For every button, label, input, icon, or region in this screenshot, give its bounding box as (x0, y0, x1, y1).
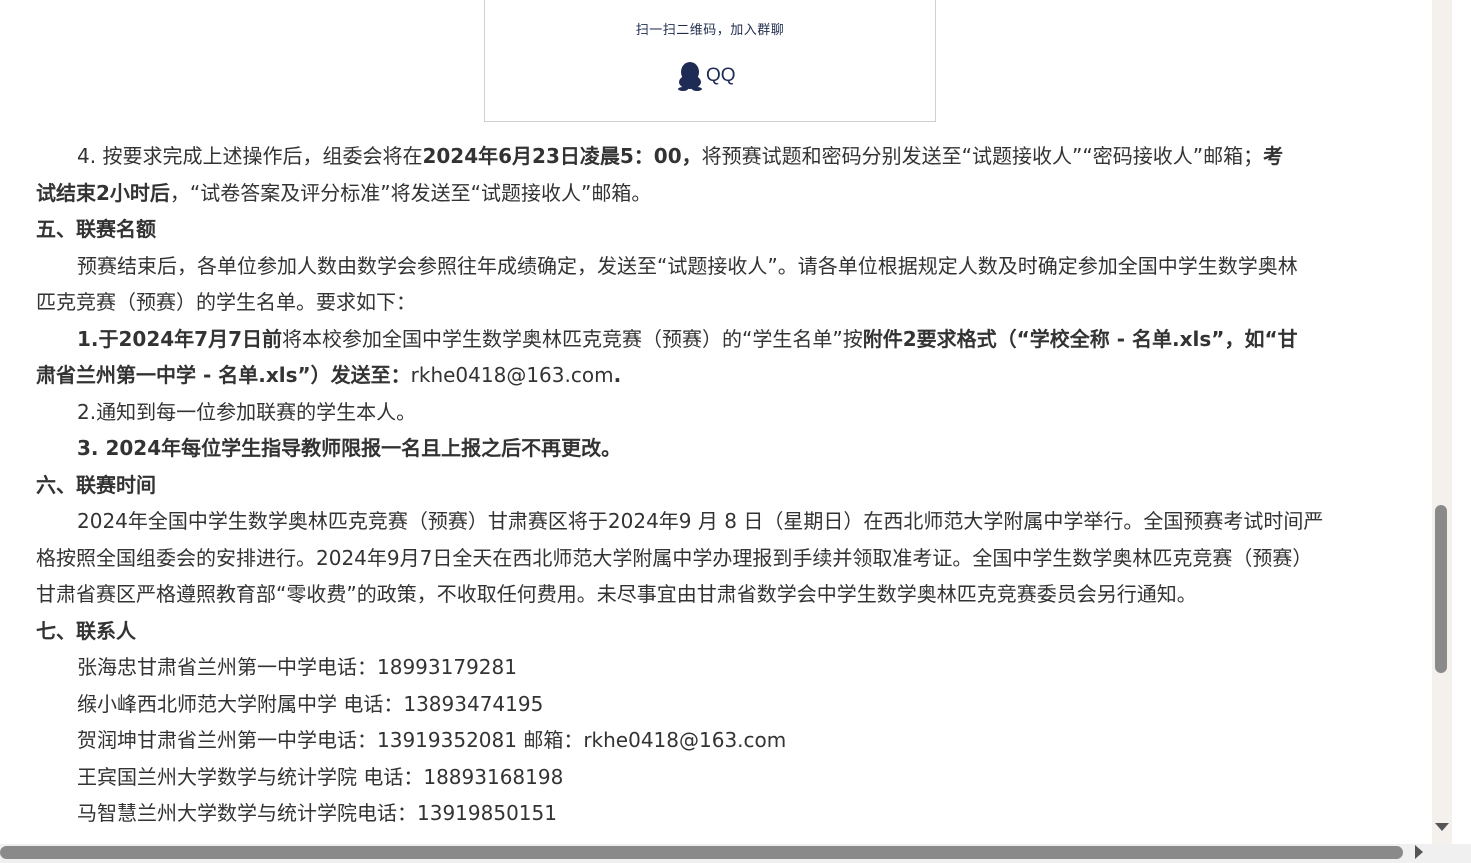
qq-group-qr-card: 扫一扫二维码，加入群聊 QQ (484, 0, 936, 122)
article-body: 4. 按要求完成上述操作后，组委会将在2024年6月23日凌晨5：00，将预赛试… (36, 138, 1382, 832)
section-heading-quota: 五、联赛名额 (36, 217, 156, 241)
contact-item: 王宾国兰州大学数学与统计学院 电话：18893168198 (77, 764, 564, 789)
text-segment: 4. 按要求完成上述操作后，组委会将在 (77, 144, 423, 168)
scroll-down-arrow-icon[interactable] (1435, 823, 1449, 831)
contact-item: 缑小峰西北师范大学附属中学 电话：13893474195 (77, 691, 544, 716)
paragraph-schedule: 4. 按要求完成上述操作后，组委会将在2024年6月23日凌晨5：00，将预赛试… (36, 138, 1382, 211)
bold-text: 考 (1263, 144, 1284, 168)
horizontal-scrollbar-thumb[interactable] (0, 846, 1403, 859)
bold-format: 肃省兰州第一中学 - 名单.xls”）发送至： (36, 363, 411, 387)
bold-text: . (613, 363, 622, 387)
paragraph-time-line2: 格按照全国组委会的安排进行。2024年9月7日全天在西北师范大学附属中学办理报到… (36, 545, 1313, 570)
vertical-scrollbar-thumb[interactable] (1435, 505, 1447, 673)
paragraph-time-line1: 2024年全国中学生数学奥林匹克竞赛（预赛）甘肃赛区将于2024年9 月 8 日… (77, 509, 1324, 533)
text-segment: ，“试卷答案及评分标准”将发送至“试题接收人”邮箱。 (169, 180, 652, 205)
qq-penguin-icon (678, 61, 702, 91)
paragraph-quota-line1: 预赛结束后，各单位参加人数由数学会参照往年成绩确定，发送至“试题接收人”。请各单… (77, 253, 1298, 278)
qq-label: QQ (706, 65, 736, 86)
bold-deadline: 1.于2024年7月7日前 (77, 326, 283, 351)
email-link[interactable]: rkhe0418@163.com (411, 363, 614, 387)
scroll-right-arrow-icon[interactable] (1415, 845, 1423, 859)
page-content: 扫一扫二维码，加入群聊 QQ 4. 按要求完成上述操作后，组委会将在2024年6… (0, 0, 1432, 844)
contact-item: 马智慧兰州大学数学与统计学院电话：13919850151 (77, 801, 557, 825)
section-heading-contacts: 七、联系人 (36, 618, 136, 643)
text-segment: 将本校参加全国中学生数学奥林匹克竞赛（预赛）的“学生名单”按 (282, 326, 863, 351)
paragraph-requirement-2: 2.通知到每一位参加联赛的学生本人。 (77, 399, 417, 424)
contact-item: 贺润坤甘肃省兰州第一中学电话：13919352081 邮箱：rkhe0418@1… (77, 728, 787, 752)
qq-badge: QQ (678, 60, 736, 92)
text-segment: 将预赛试题和密码分别发送至“试题接收人”“密码接收人”邮箱； (701, 144, 1264, 168)
paragraph-time-line3: 甘肃省赛区严格遵照教育部“零收费”的政策，不收取任何费用。未尽事宜由甘肃省数学会… (36, 582, 1197, 606)
bold-format: 附件2要求格式（“学校全称 - 名单.xls”，如“甘 (862, 326, 1298, 351)
paragraph-requirement-3: 3. 2024年每位学生指导教师限报一名且上报之后不再更改。 (77, 436, 622, 460)
contact-item: 张海忠甘肃省兰州第一中学电话：18993179281 (77, 655, 517, 679)
paragraph-quota-line2: 匹克竞赛（预赛）的学生名单。要求如下： (36, 290, 416, 314)
scrollbar-gutter (1452, 0, 1471, 844)
bold-text: 试结束2小时后 (36, 180, 170, 205)
qr-caption: 扫一扫二维码，加入群聊 (635, 23, 785, 38)
paragraph-requirement-1: 1.于2024年7月7日前将本校参加全国中学生数学奥林匹克竞赛（预赛）的“学生名… (36, 321, 1382, 394)
bold-date: 2024年6月23日凌晨5：00， (422, 144, 702, 168)
section-heading-time: 六、联赛时间 (36, 472, 156, 497)
